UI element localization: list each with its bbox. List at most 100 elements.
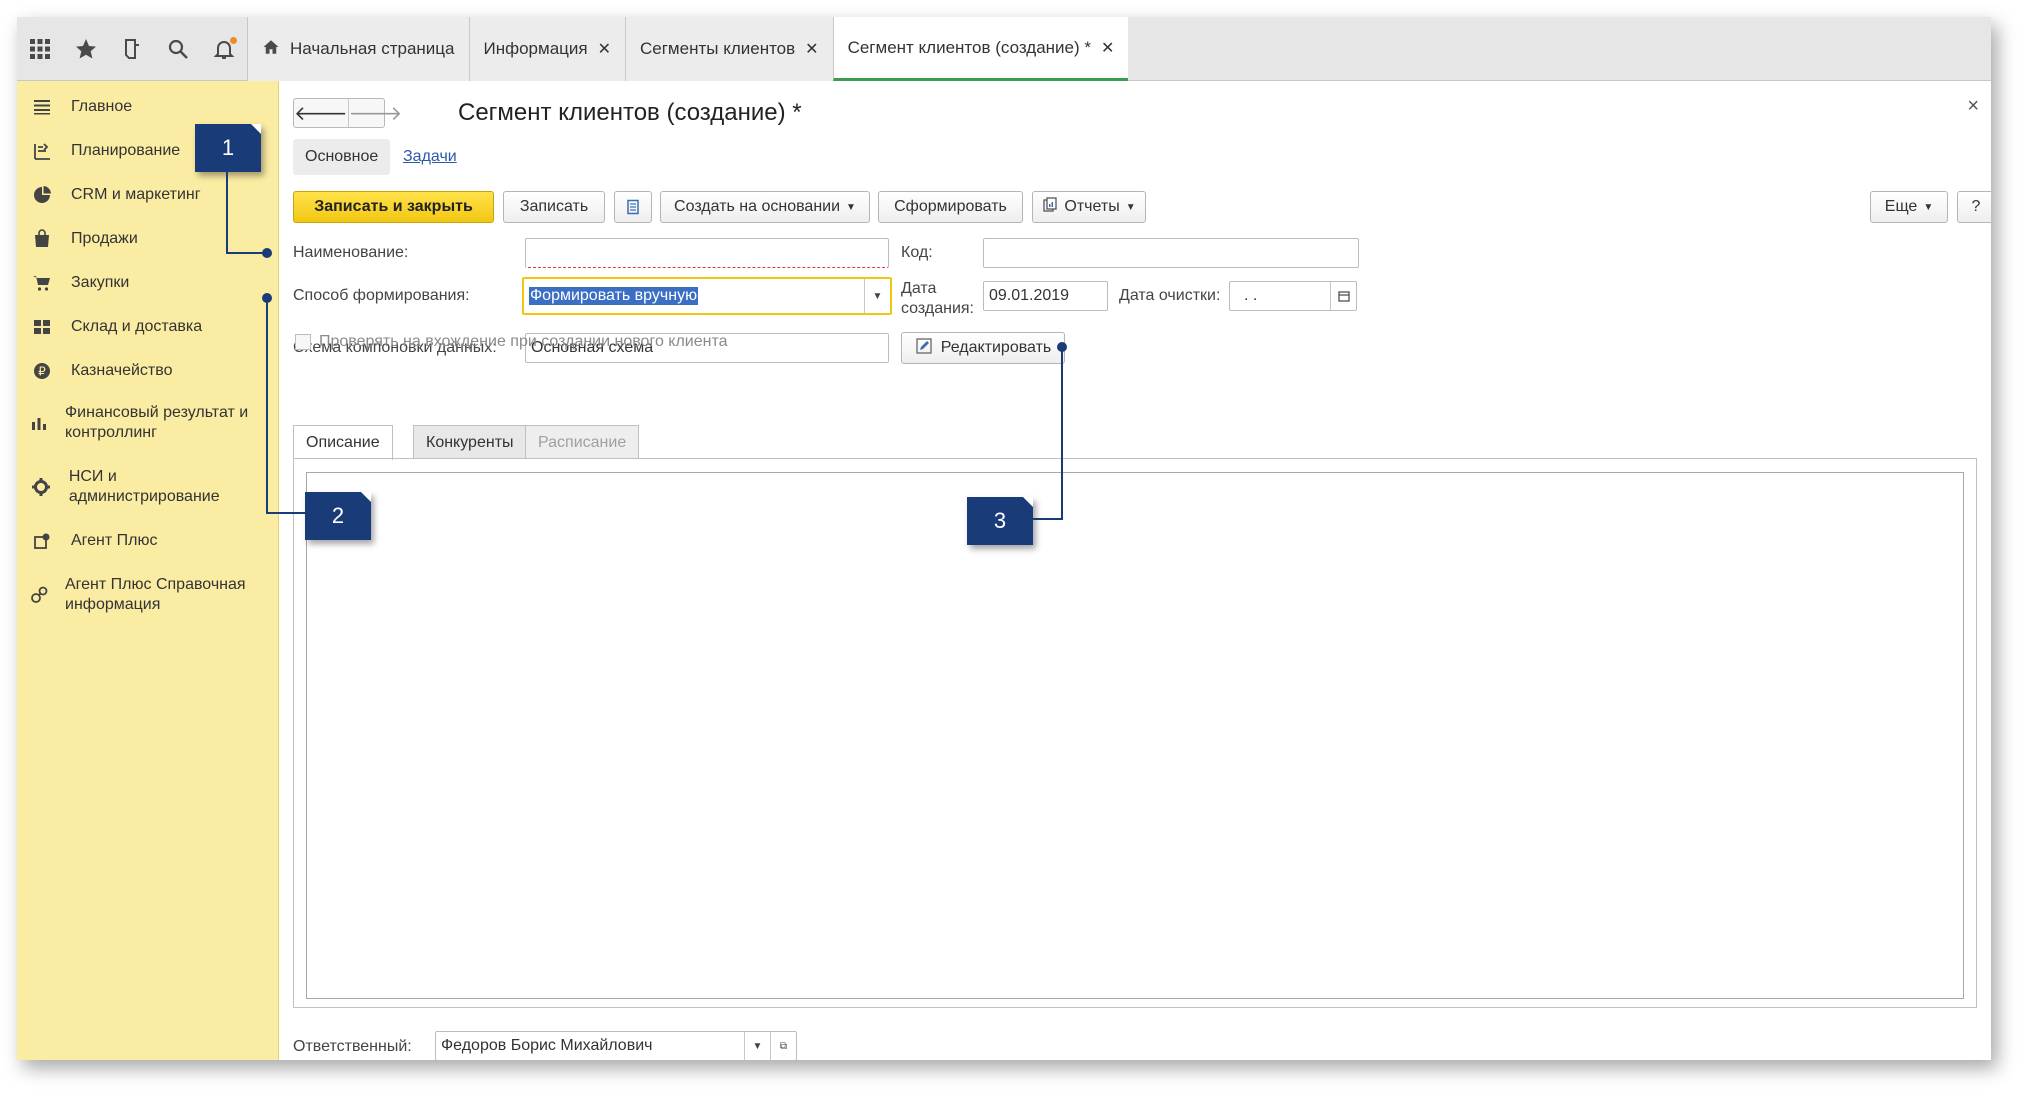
sidebar-item-warehouse[interactable]: Склад и доставка [17,317,214,337]
sidebar-item-treasury[interactable]: ₽ Казначейство [17,361,184,381]
edit-button[interactable]: Редактировать [901,332,1065,364]
date-created-input[interactable]: 09.01.2019 [983,281,1108,311]
tab-client-segment-create[interactable]: Сегмент клиентов (создание) * ✕ [832,17,1129,81]
button-label: Еще [1884,198,1918,215]
method-value: Формировать вручную [529,287,699,305]
button-label: Отчеты [1064,198,1120,215]
close-icon[interactable]: ✕ [598,39,611,59]
responsible-input[interactable]: Федоров Борис Михайлович ▼ ⧉ [435,1031,797,1060]
chevron-down-icon: ▼ [1125,201,1136,213]
tab-competitors[interactable]: Конкуренты [413,425,527,459]
save-and-close-button[interactable]: Записать и закрыть [293,191,494,223]
close-icon[interactable]: ✕ [1101,38,1114,58]
search-icon[interactable] [155,17,201,81]
sidebar-item-label: Склад и доставка [71,318,203,335]
sidebar-item-crm[interactable]: CRM и маркетинг [17,185,213,205]
description-textarea[interactable] [306,472,1964,999]
tab-label: Сегмент клиентов (создание) * [847,37,1091,57]
svg-text:₽: ₽ [38,365,46,379]
sidebar-item-sales[interactable]: Продажи [17,229,150,249]
date-clear-label: Дата очистки: [1119,287,1221,304]
check-membership-checkbox[interactable] [295,334,311,350]
calendar-icon[interactable] [1330,282,1356,310]
page-title: Сегмент клиентов (создание) * [458,99,802,126]
sidebar-item-financial[interactable]: Финансовый результат и контроллинг [17,403,267,443]
sidebar-item-label: Финансовый результат и контроллинг [65,404,249,441]
save-button[interactable]: Записать [503,191,605,223]
sidebar-item-label: Агент Плюс [71,532,158,549]
chevron-down-icon[interactable]: ▼ [864,279,890,313]
agent-plus-info-icon [29,585,49,605]
responsible-label: Ответственный: [293,1038,412,1055]
help-button[interactable]: ? [1957,191,1991,223]
subtab-main[interactable]: Основное [293,139,391,175]
name-input[interactable] [525,238,889,268]
sidebar-item-planning[interactable]: Планирование [17,141,192,161]
star-icon[interactable] [63,17,109,81]
ruble-coin-icon: ₽ [29,361,55,381]
tab-panel [293,458,1977,1008]
sidebar-item-agent-plus-info[interactable]: Агент Плюс Справочная информация [17,575,267,615]
sidebar-item-main[interactable]: Главное [17,97,144,117]
sidebar-item-label: Закупки [71,274,130,291]
history-icon[interactable] [109,17,155,81]
chevron-down-icon[interactable]: ▼ [744,1032,770,1060]
sidebar-item-label: Агент Плюс Справочная информация [65,576,246,613]
tab-home[interactable]: Начальная страница [247,17,469,81]
date-created-label: Дата создания: [901,279,974,319]
gear-icon [29,477,53,497]
generate-button[interactable]: Сформировать [878,191,1023,223]
open-icon[interactable]: ⧉ [770,1032,796,1060]
home-icon [262,38,280,61]
warehouse-icon [29,317,55,337]
callout-dot [262,293,272,303]
sidebar-item-purchases[interactable]: Закупки [17,273,141,293]
sidebar-item-label: CRM и маркетинг [71,186,201,203]
tab-client-segments[interactable]: Сегменты клиентов ✕ [625,17,833,81]
planning-icon [29,141,55,161]
sidebar-item-admin[interactable]: НСИ и администрирование [17,467,267,507]
callout-dot [1057,342,1067,352]
date-created-label-line: Дата [901,280,937,297]
menu-lines-icon [29,97,55,117]
callout-dot [262,248,272,258]
close-icon[interactable]: × [1967,95,1979,118]
date-clear-input[interactable]: . . [1229,281,1357,311]
callout-2: 2 [305,492,371,540]
pie-chart-icon [29,185,55,205]
reports-button[interactable]: Отчеты ▼ [1032,191,1146,223]
method-label: Способ формирования: [293,287,470,304]
bell-icon[interactable] [201,17,247,81]
tab-label: Информация [483,39,588,58]
callout-line [1033,518,1063,520]
top-bar: Начальная страница Информация ✕ Сегменты… [17,17,1991,81]
callout-line [266,512,306,514]
tab-description[interactable]: Описание [293,425,393,460]
callout-line [1061,348,1063,520]
apps-grid-icon[interactable] [17,17,63,81]
navigation-buttons: 🡐 🡒 [293,98,402,128]
tab-information[interactable]: Информация ✕ [468,17,625,81]
reports-icon [1042,196,1058,218]
code-label: Код: [901,244,933,261]
tab-label: Начальная страница [290,39,455,58]
callout-1: 1 [195,124,261,172]
document-icon[interactable] [614,191,652,223]
create-based-on-button[interactable]: Создать на основании ▼ [660,191,870,223]
subtab-tasks[interactable]: Задачи [391,139,469,175]
more-button[interactable]: Еще ▼ [1870,191,1948,223]
sidebar-item-label: Главное [71,98,133,115]
sidebar-item-label: Казначейство [71,362,173,379]
code-input[interactable] [983,238,1359,268]
sidebar-item-agent-plus[interactable]: Агент Плюс [17,531,170,551]
button-label: Редактировать [940,339,1052,356]
chevron-down-icon: ▼ [1923,201,1934,213]
back-arrow-icon[interactable]: 🡐 [294,99,349,127]
notification-dot [230,37,237,44]
callout-3: 3 [967,497,1033,545]
responsible-value: Федоров Борис Михайлович [441,1037,653,1054]
close-icon[interactable]: ✕ [805,39,818,59]
forward-arrow-icon[interactable]: 🡒 [349,99,403,127]
method-select[interactable]: Формировать вручную ▼ [522,277,892,315]
shopping-bag-icon [29,229,55,249]
